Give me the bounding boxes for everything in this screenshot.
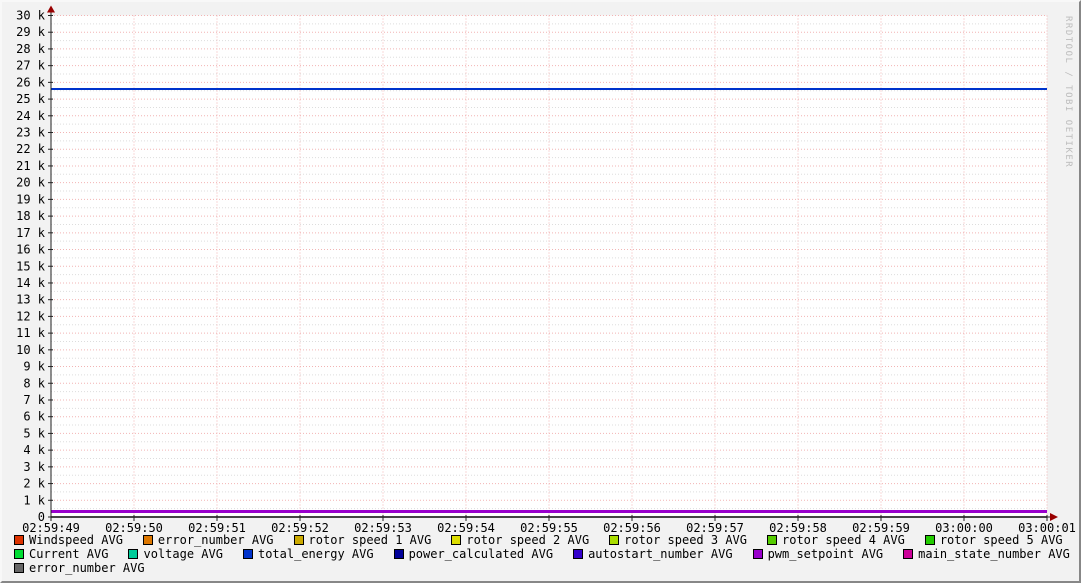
legend-swatch-main-state-number-avg <box>903 549 913 559</box>
y-tick-label: 17 k <box>16 226 46 240</box>
legend-label: pwm_setpoint AVG <box>768 547 884 561</box>
legend-item-windspeed-avg: Windspeed AVG <box>14 533 123 547</box>
y-tick-label: 9 k <box>23 360 45 374</box>
legend-item-power-calculated-avg: power_calculated AVG <box>394 547 554 561</box>
y-tick-label: 20 k <box>16 176 46 190</box>
legend-item-error-number-avg: error_number AVG <box>143 533 274 547</box>
legend-label: main_state_number AVG <box>918 547 1070 561</box>
y-tick-label: 2 k <box>23 477 45 491</box>
legend-swatch-total-energy-avg <box>243 549 253 559</box>
y-tick-label: 16 k <box>16 243 46 257</box>
legend-item-current-avg: Current AVG <box>14 547 108 561</box>
y-tick-label: 5 k <box>23 426 45 440</box>
legend-swatch-voltage-avg <box>128 549 138 559</box>
y-tick-label: 7 k <box>23 393 45 407</box>
legend-swatch-rotor-speed-1-avg <box>294 535 304 545</box>
y-tick-label: 10 k <box>16 343 46 357</box>
y-tick-label: 27 k <box>16 59 46 73</box>
y-tick-label: 4 k <box>23 443 45 457</box>
y-tick-label: 23 k <box>16 126 46 140</box>
rrdtool-graph: 01 k2 k3 k4 k5 k6 k7 k8 k9 k10 k11 k12 k… <box>0 0 1081 583</box>
y-tick-label: 8 k <box>23 376 45 390</box>
legend-swatch-rotor-speed-4-avg <box>767 535 777 545</box>
legend-row: Current AVG voltage AVG total_energy AVG po… <box>14 547 1075 561</box>
y-tick-label: 3 k <box>23 460 45 474</box>
x-axis-arrow <box>1050 513 1058 521</box>
y-tick-label: 14 k <box>16 276 46 290</box>
legend-label: rotor speed 4 AVG <box>782 533 905 547</box>
legend-label: error_number AVG <box>158 533 274 547</box>
legend-swatch-error-number-avg <box>143 535 153 545</box>
legend-swatch-rotor-speed-5-avg <box>925 535 935 545</box>
legend-label: total_energy AVG <box>258 547 374 561</box>
legend-swatch-current-avg <box>14 549 24 559</box>
legend-item-total-energy-avg: total_energy AVG <box>243 547 374 561</box>
y-tick-label: 13 k <box>16 293 46 307</box>
y-tick-label: 28 k <box>16 42 46 56</box>
y-tick-label: 19 k <box>16 192 46 206</box>
chart-plot: 01 k2 k3 k4 k5 k6 k7 k8 k9 k10 k11 k12 k… <box>2 2 1079 581</box>
legend-label: error_number AVG <box>29 561 145 575</box>
y-tick-label: 22 k <box>16 142 46 156</box>
legend-item-rotor-speed-2-avg: rotor speed 2 AVG <box>451 533 589 547</box>
y-tick-label: 18 k <box>16 209 46 223</box>
legend-item-rotor-speed-1-avg: rotor speed 1 AVG <box>294 533 432 547</box>
legend-row: error_number AVG <box>14 561 1075 575</box>
watermark-text: RRDTOOL / TOBI OETIKER <box>1063 16 1073 168</box>
legend-label: rotor speed 3 AVG <box>624 533 747 547</box>
y-tick-label: 30 k <box>16 9 46 23</box>
y-tick-label: 29 k <box>16 25 46 39</box>
y-tick-label: 11 k <box>16 326 46 340</box>
y-tick-label: 1 k <box>23 493 45 507</box>
y-tick-label: 15 k <box>16 259 46 273</box>
legend-swatch-rotor-speed-3-avg <box>609 535 619 545</box>
legend-item-rotor-speed-3-avg: rotor speed 3 AVG <box>609 533 747 547</box>
legend-item-rotor-speed-4-avg: rotor speed 4 AVG <box>767 533 905 547</box>
legend-item-error-number-avg: error_number AVG <box>14 561 145 575</box>
legend-swatch-error-number-avg <box>14 563 24 573</box>
legend-item-pwm-setpoint-avg: pwm_setpoint AVG <box>753 547 884 561</box>
legend-item-main-state-number-avg: main_state_number AVG <box>903 547 1070 561</box>
legend-row: Windspeed AVG error_number AVG rotor speed… <box>14 533 1075 547</box>
y-tick-label: 21 k <box>16 159 46 173</box>
legend-label: rotor speed 2 AVG <box>466 533 589 547</box>
legend-swatch-power-calculated-avg <box>394 549 404 559</box>
y-tick-label: 6 k <box>23 410 45 424</box>
legend-item-rotor-speed-5-avg: rotor speed 5 AVG <box>925 533 1063 547</box>
legend-swatch-pwm-setpoint-avg <box>753 549 763 559</box>
legend-item-autostart-number-avg: autostart_number AVG <box>573 547 733 561</box>
y-tick-label: 24 k <box>16 109 46 123</box>
legend: Windspeed AVG error_number AVG rotor speed… <box>14 533 1075 575</box>
y-axis-arrow <box>47 6 55 13</box>
legend-label: power_calculated AVG <box>409 547 554 561</box>
legend-label: voltage AVG <box>143 547 222 561</box>
legend-label: rotor speed 5 AVG <box>940 533 1063 547</box>
legend-label: Current AVG <box>29 547 108 561</box>
legend-label: rotor speed 1 AVG <box>309 533 432 547</box>
legend-swatch-autostart-number-avg <box>573 549 583 559</box>
y-tick-label: 26 k <box>16 75 46 89</box>
legend-label: autostart_number AVG <box>588 547 733 561</box>
legend-swatch-windspeed-avg <box>14 535 24 545</box>
legend-swatch-rotor-speed-2-avg <box>451 535 461 545</box>
legend-label: Windspeed AVG <box>29 533 123 547</box>
y-tick-label: 12 k <box>16 309 46 323</box>
legend-item-voltage-avg: voltage AVG <box>128 547 222 561</box>
y-tick-label: 25 k <box>16 92 46 106</box>
